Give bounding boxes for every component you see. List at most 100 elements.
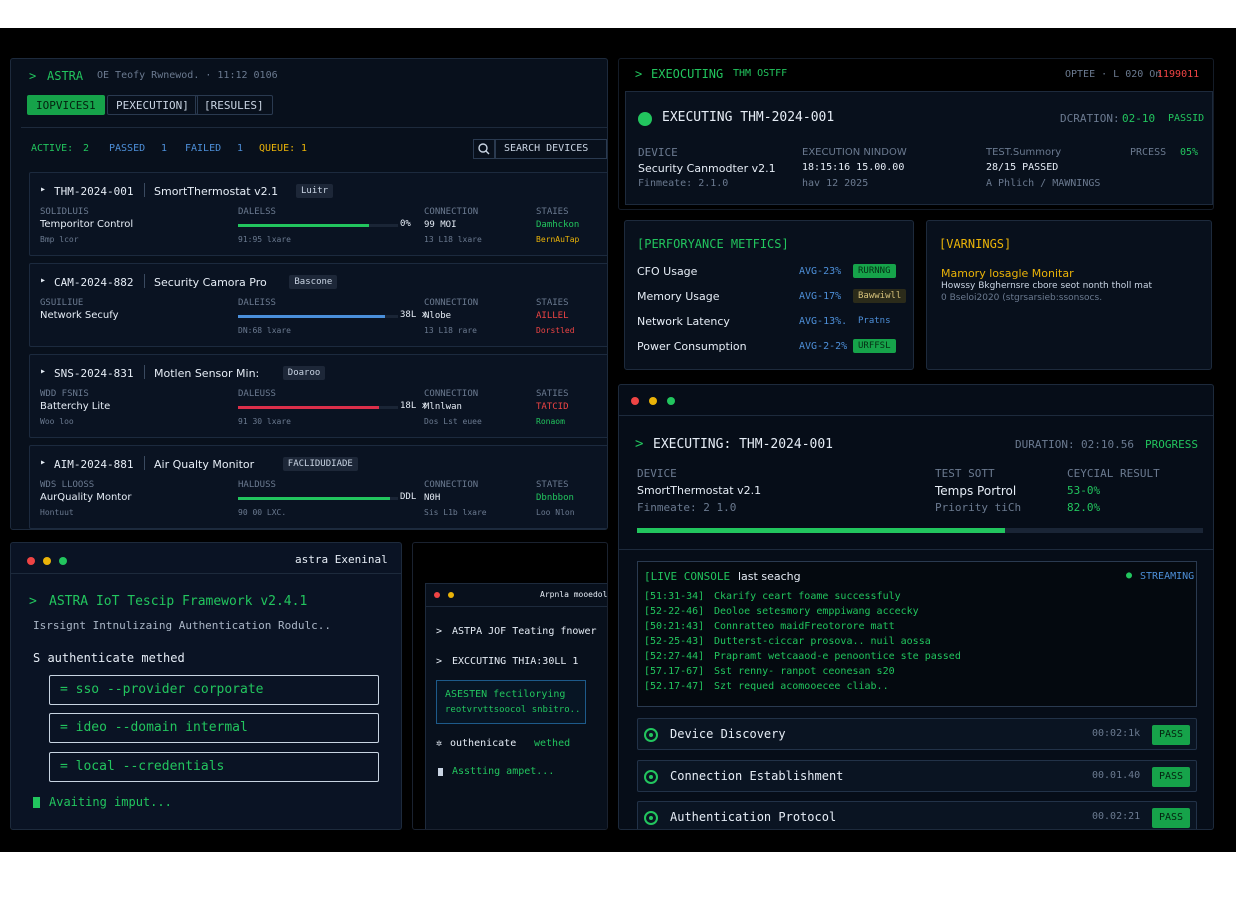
step-label: Authentication Protocol [670,810,837,824]
live-console: [LIVE CONSOLE last seachg ● STREAMING [5… [637,561,1197,707]
pass-badge: PASS [1152,808,1190,828]
device-category: WDD FSNIS [40,389,89,399]
status-sub: BernAuTap [536,235,580,244]
mini-auth-cmd: outhenicate [450,738,517,749]
window-close-button[interactable] [631,397,639,405]
stat-passed-label: PASSED [109,143,146,154]
play-icon: ▸ [40,184,47,195]
stat-active-value: 2 [83,143,90,154]
tab-devices[interactable]: IOPVICES1 [27,95,105,115]
device-value: Security Canmodter v2.1 [638,162,776,175]
device-firmware: Finmeate: 2.1.0 [638,178,729,189]
check-circle-icon [644,770,658,784]
log-timestamp: [51:31-34] [644,591,705,602]
device-card[interactable]: ▸ THM-2024-001 SmortThermostat v2.1 Luitr SO… [29,172,607,256]
mini-title: Arpnla mooedol [540,590,608,599]
progress-time: 90 00 LXC. [238,508,287,517]
exec-main-title: EXECUTING: THM-2024-001 [653,437,834,452]
header-executing: EXEOCUTING [651,67,724,81]
connection-label: CONNECTION [424,207,479,217]
exec-device-label: DEVICE [637,467,677,480]
status-sub: Dorstled [536,326,575,335]
test-step-row[interactable]: Authentication Protocol 00.02:21 PASS [637,801,1197,829]
progress-bar [238,497,398,500]
connection-label: CONNECTION [424,389,479,399]
log-message: Prapramt wetcaaod-e penoontice ste passe… [714,651,961,662]
device-card[interactable]: ▸ SNS-2024-831 Motlen Sensor Min: Doaroo WDD… [29,354,607,438]
device-subtitle: Network Secufy [40,310,119,321]
terminal-maximize-button[interactable] [59,557,67,565]
mini-close-button[interactable] [434,592,440,598]
separator [144,456,145,470]
auth-option-ideo[interactable]: = ideo --domain intermal [49,713,379,743]
console-title-sub: last seachg [738,570,801,583]
warnings-panel: [VARNINGS] Mamory losagle Monitar Howssy… [926,220,1212,370]
log-timestamp: [50:21:43] [644,621,705,632]
status-label: STAIES [536,298,569,308]
exec-progress-label: PROGRESS [1145,438,1198,451]
test-step-row[interactable]: Device Discovery 00:02:1k PASS [637,718,1197,750]
chevron-icon: > [635,67,643,81]
progress-time: 91 30 lxare [238,417,291,426]
mini-minimize-button[interactable] [448,592,454,598]
chevron-icon: > [29,594,37,609]
connection-value: Mlnlwan [424,402,462,412]
window-minimize-button[interactable] [649,397,657,405]
terminal-minimize-button[interactable] [43,557,51,565]
connection-value: N0H [424,493,441,503]
settings-icon: ✲ [436,738,443,749]
divider [619,415,1213,416]
connection-sub: 13 L18 lxare [424,235,482,244]
progress-bar [238,224,398,227]
search-input[interactable]: SEARCH DEVICES [495,139,607,159]
pass-badge: PASS [1152,725,1190,745]
log-message: Ckarify ceart foame successfuly [714,591,901,602]
status-value: AILLEL [536,311,569,321]
device-meta: Bmp lcor [40,235,79,244]
perf-title: [PERFORYANCE METFICS] [637,237,789,251]
metric-badge: Pratns [858,316,891,326]
status-value: Dbnbbon [536,493,574,503]
summary-value: 28/15 PASSED [986,162,1059,173]
progress-label: HALDUSS [238,480,276,490]
connection-value: 99 MOI [424,220,457,230]
result-label: CEYCIAL RESULT [1067,467,1160,480]
step-time: 00.02:21 [1092,811,1141,822]
step-time: 00.01.40 [1092,770,1141,781]
auth-option-sso[interactable]: = sso --provider corporate [49,675,379,705]
device-name: SmortThermostat v2.1 [154,185,279,198]
search-button[interactable] [473,139,495,159]
progress-fill [238,315,386,318]
tab-execution[interactable]: PEXECUTION] [107,95,198,115]
terminal-waiting: Avaiting imput... [49,795,172,809]
metric-average: AVG-17% [799,291,842,302]
tab-results[interactable]: [RESULES] [195,95,273,115]
exec-duration-value: 02:10.56 [1081,438,1134,451]
header-right-a: OPTEE · L 020 On [1065,69,1162,80]
window-maximize-button[interactable] [667,397,675,405]
separator [144,183,145,197]
process-value: 05% [1180,147,1199,158]
device-tag: FACLIDUDIADE [282,457,358,471]
exec-title: EXECUTING THM-2024-001 [662,110,835,125]
mini-box-line2: reotvrvttsoocol snbitro.. [445,705,581,715]
mini-box-line1: ASESTEN fectilorying [445,689,566,700]
auth-option-local[interactable]: = local --credentials [49,752,379,782]
device-id: AIM-2024-881 [54,458,134,471]
device-card[interactable]: ▸ AIM-2024-881 Air Qualty Monitor FACLIDUDI… [29,445,607,529]
terminal-init: Isrsignt Intnulizaing Authentication Rod… [33,619,332,632]
play-icon: ▸ [40,366,47,377]
cursor-block-icon [33,797,40,808]
device-card[interactable]: ▸ CAM-2024-882 Security Camora Pro Bascone G… [29,263,607,347]
test-step-row[interactable]: Connection Establishment 00.01.40 PASS [637,760,1197,792]
terminal-close-button[interactable] [27,557,35,565]
device-name: Security Camora Pro [154,276,267,289]
warning-item-title: Mamory losagle Monitar [941,267,1074,280]
brand-title: ASTRA [47,69,84,83]
device-category: WDS LLOOSS [40,480,95,490]
suite-sub: Priority tiCh [935,501,1022,514]
stat-passed-value: 1 [161,143,168,154]
divider [11,573,401,574]
metric-average: AVG-2-2% [799,341,848,352]
device-tag: Bascone [289,275,338,289]
